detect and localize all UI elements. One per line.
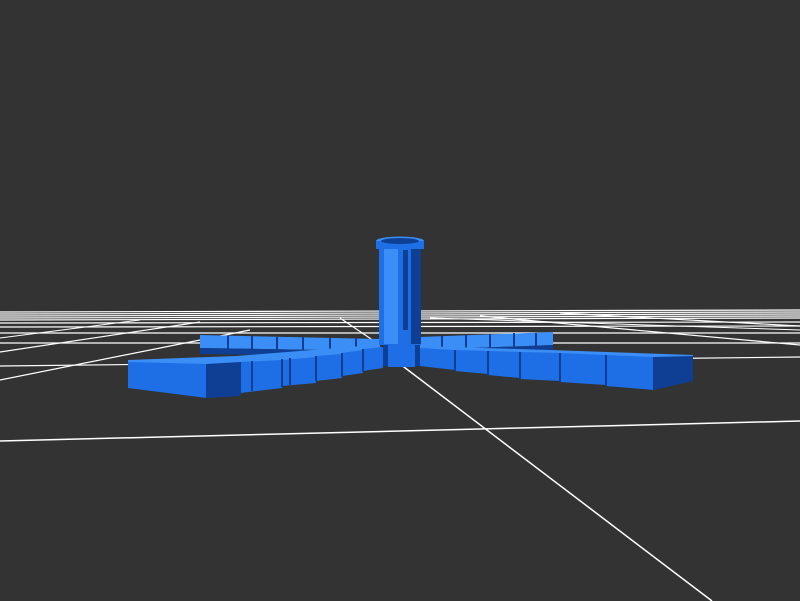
- arm-front-right: [415, 346, 693, 390]
- grid-line: [399, 363, 713, 601]
- center-post: [376, 236, 424, 345]
- grid-line: [0, 420, 800, 442]
- scene-canvas[interactable]: [0, 0, 800, 601]
- grid-line: [559, 312, 800, 327]
- 3d-viewport[interactable]: [0, 0, 800, 601]
- hub-base: [383, 343, 420, 367]
